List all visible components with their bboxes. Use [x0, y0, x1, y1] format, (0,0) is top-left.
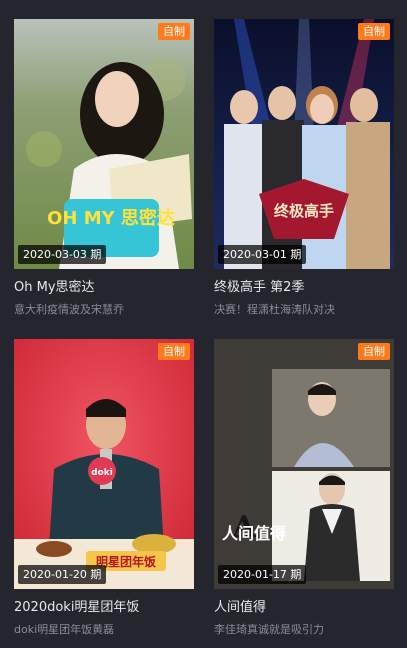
episode-date: 2020-03-03 期 — [18, 245, 107, 264]
video-title[interactable]: Oh My思密达 — [14, 279, 194, 297]
original-badge: 自制 — [358, 23, 390, 40]
video-subtitle: doki明星团年饭黄磊 — [14, 623, 115, 636]
video-subtitle: 意大利疫情波及宋慧乔 — [14, 303, 124, 316]
video-thumbnail[interactable]: A 人间值得 自制 2020-01-17 期 — [214, 339, 394, 589]
video-thumbnail[interactable]: doki 明星团年饭 自制 2020-01-20 期 — [14, 339, 194, 589]
video-card-doki-reunion-dinner[interactable]: doki 明星团年饭 自制 2020-01-20 期 2020doki明星团年饭… — [14, 339, 194, 637]
thumbnail-art: OH MY 思密达 — [14, 19, 194, 269]
thumbnail-logo-text: 终极高手 — [274, 202, 334, 220]
video-subtitle: 决赛！程潇杜海涛队对决 — [214, 303, 335, 316]
episode-date: 2020-01-17 期 — [218, 565, 307, 584]
thumbnail-logo-text: 人间值得 — [222, 524, 286, 543]
thumbnail-art: 终极高手 — [214, 19, 394, 269]
video-title[interactable]: 人间值得 — [214, 599, 394, 617]
video-title[interactable]: 2020doki明星团年饭 — [14, 599, 194, 617]
episode-date: 2020-01-20 期 — [18, 565, 107, 584]
thumbnail-art: A 人间值得 — [214, 339, 394, 589]
original-badge: 自制 — [158, 343, 190, 360]
original-badge: 自制 — [158, 23, 190, 40]
thumbnail-art: doki 明星团年饭 — [14, 339, 194, 589]
video-thumbnail[interactable]: OH MY 思密达 自制 2020-03-03 期 — [14, 19, 194, 269]
thumbnail-logo-text: OH MY 思密达 — [47, 207, 175, 229]
original-badge: 自制 — [358, 343, 390, 360]
mic-logo-text: doki — [91, 468, 113, 478]
video-card-oh-my-simida[interactable]: OH MY 思密达 自制 2020-03-03 期 Oh My思密达 意大利疫情… — [14, 19, 194, 317]
video-thumbnail[interactable]: 终极高手 自制 2020-03-01 期 — [214, 19, 394, 269]
video-grid: OH MY 思密达 自制 2020-03-03 期 Oh My思密达 意大利疫情… — [0, 0, 407, 648]
video-title[interactable]: 终极高手 第2季 — [214, 279, 394, 297]
video-card-worth-it[interactable]: A 人间值得 自制 2020-01-17 期 人间值得 李佳琦真诚就是吸引力 — [214, 339, 394, 637]
video-subtitle: 李佳琦真诚就是吸引力 — [214, 623, 324, 636]
episode-date: 2020-03-01 期 — [218, 245, 307, 264]
video-card-ultimate-master[interactable]: 终极高手 自制 2020-03-01 期 终极高手 第2季 决赛！程潇杜海涛队对… — [214, 19, 394, 317]
